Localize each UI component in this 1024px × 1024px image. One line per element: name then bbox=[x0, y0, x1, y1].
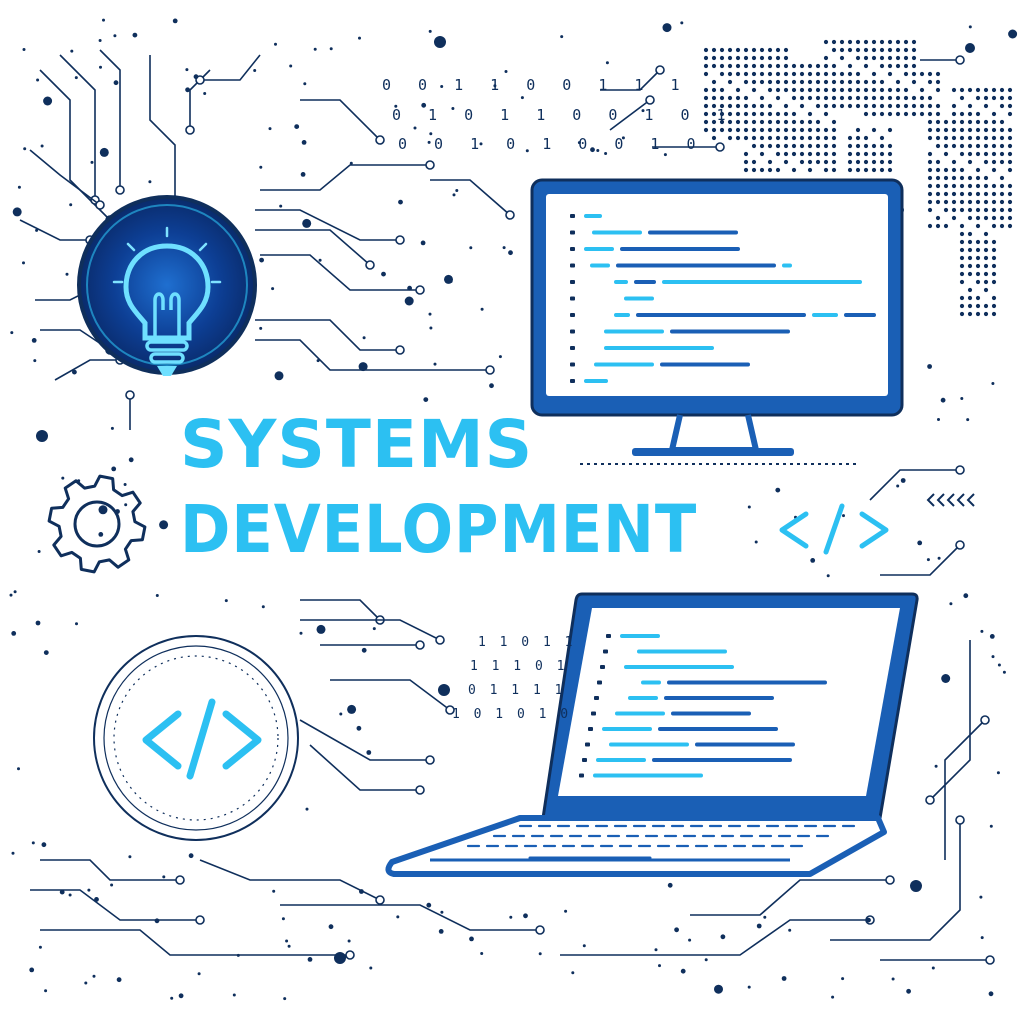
lightbulb-icon bbox=[77, 195, 257, 376]
illustration-canvas: SYSTEMS DEVELOPMENT 0 0 1 1 0 0 1 1 1 0 … bbox=[0, 0, 1024, 1024]
binary-mid-row-2: 1 1 1 0 1 bbox=[470, 659, 568, 674]
chevrons-icon bbox=[926, 493, 975, 507]
code-brackets-icon bbox=[779, 503, 889, 555]
binary-row-3: 0 0 1 0 1 0 0 1 0 bbox=[398, 135, 705, 153]
binary-mid-row-3: 0 1 1 1 1 bbox=[468, 683, 566, 698]
binary-mid-row-4: 1 0 1 0 1 0 bbox=[452, 707, 572, 722]
gear-icon bbox=[47, 474, 147, 574]
monitor-icon bbox=[530, 178, 904, 465]
title-line-development: DEVELOPMENT bbox=[180, 491, 698, 568]
binary-row-2: 0 1 0 1 1 0 0 1 0 1 bbox=[392, 106, 735, 124]
code-brackets-icon bbox=[93, 635, 299, 841]
binary-mid-row-1: 1 1 0 1 1 bbox=[478, 635, 576, 650]
title-line-systems: SYSTEMS bbox=[180, 406, 534, 483]
binary-row-1: 0 0 1 1 0 0 1 1 1 bbox=[382, 76, 689, 94]
laptop-icon bbox=[385, 592, 919, 877]
